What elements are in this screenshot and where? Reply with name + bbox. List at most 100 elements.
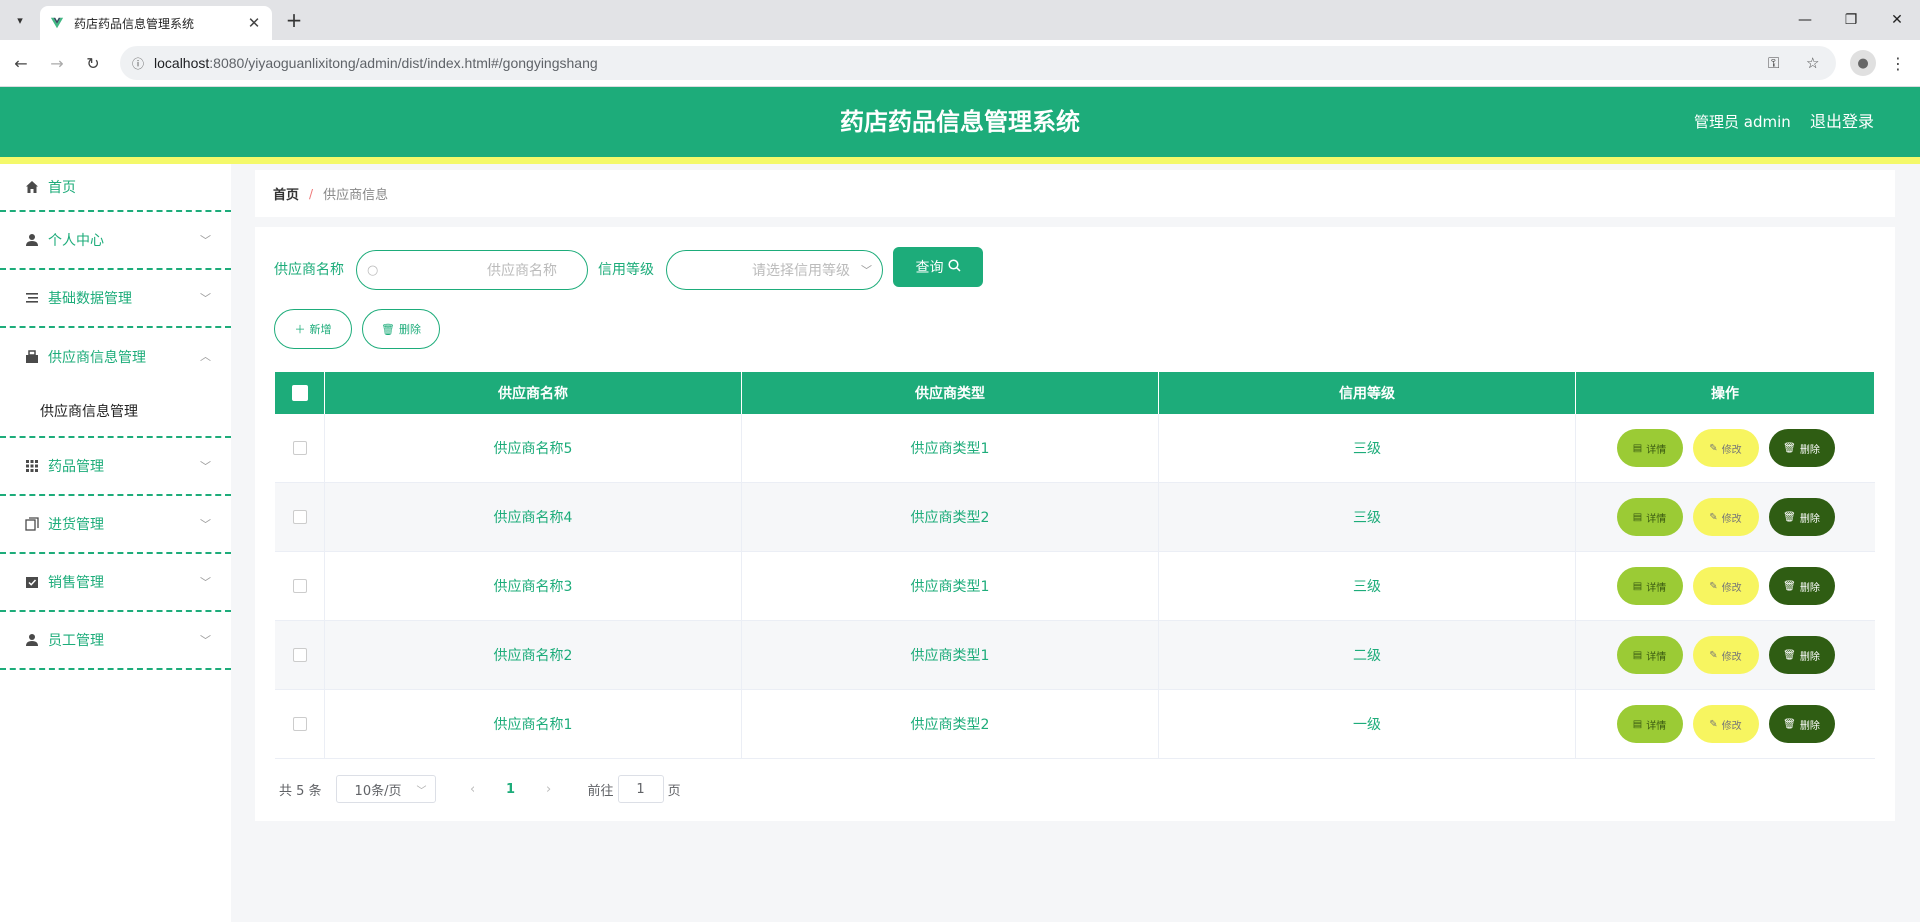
trash-icon: 🗑 — [381, 322, 395, 336]
detail-label: 详情 — [1646, 651, 1667, 663]
sidebar-item-label: 进货管理 — [48, 517, 104, 533]
supplier-type-cell: 供应商类型2 — [742, 690, 1159, 758]
profile-avatar-icon[interactable]: ● — [1850, 50, 1876, 76]
sidebar-item-label: 员工管理 — [48, 633, 104, 649]
app-header: 药店药品信息管理系统 管理员 admin 退出登录 — [0, 87, 1920, 157]
credit-level-cell: 二级 — [1159, 621, 1576, 689]
add-button[interactable]: ＋ 新增 — [274, 309, 352, 349]
url-host: localhost — [154, 55, 210, 71]
sidebar-item-personal-center[interactable]: 个人中心 ﹀ — [0, 212, 231, 270]
edit-button[interactable]: ✎ 修改 — [1692, 636, 1759, 674]
credit-level-cell: 三级 — [1159, 552, 1576, 620]
detail-button[interactable]: ▤ 详情 — [1616, 705, 1683, 743]
detail-button[interactable]: ▤ 详情 — [1616, 429, 1683, 467]
chevron-up-icon: ︿ — [200, 350, 211, 363]
edit-button[interactable]: ✎ 修改 — [1692, 498, 1759, 536]
delete-button[interactable]: 🗑 删除 — [1768, 429, 1835, 467]
bookmark-star-icon[interactable]: ☆ — [1806, 54, 1819, 72]
detail-button[interactable]: ▤ 详情 — [1616, 636, 1683, 674]
sidebar-item-home[interactable]: 首页 — [0, 164, 231, 212]
reload-icon[interactable]: ↻ — [80, 50, 106, 76]
supplier-icon — [24, 349, 40, 365]
delete-label: 删除 — [1799, 444, 1820, 456]
delete-button[interactable]: 🗑 删除 — [1768, 636, 1835, 674]
checklist-icon — [24, 574, 40, 590]
browser-menu-icon[interactable]: ⋮ — [1888, 50, 1908, 76]
chevron-down-icon: ﹀ — [200, 292, 211, 305]
edit-button[interactable]: ✎ 修改 — [1692, 567, 1759, 605]
app-title: 药店药品信息管理系统 — [840, 108, 1080, 136]
sidebar-item-base-data[interactable]: 基础数据管理 ﹀ — [0, 270, 231, 328]
prev-page-icon[interactable]: ‹ — [458, 782, 488, 797]
copy-icon — [24, 516, 40, 532]
edit-button[interactable]: ✎ 修改 — [1692, 705, 1759, 743]
trash-icon: 🗑 — [1783, 511, 1796, 523]
delete-button[interactable]: 🗑 删除 — [1768, 498, 1835, 536]
sidebar-item-drugs[interactable]: 药品管理 ﹀ — [0, 438, 231, 496]
next-page-icon[interactable]: › — [534, 782, 564, 797]
goto-page-input[interactable]: 1 — [617, 775, 664, 803]
chevron-down-icon: ﹀ — [200, 634, 211, 647]
row-checkbox[interactable] — [292, 579, 307, 593]
sidebar-item-sales[interactable]: 销售管理 ﹀ — [0, 554, 231, 612]
sidebar-item-supplier[interactable]: 供应商信息管理 ︿ — [0, 328, 231, 386]
page-suffix: 页 — [667, 783, 681, 799]
row-checkbox[interactable] — [292, 441, 307, 455]
admin-label: 管理员 admin — [1694, 113, 1791, 131]
tab-search-chevron-icon[interactable]: ▾ — [8, 8, 32, 32]
breadcrumb-home[interactable]: 首页 — [273, 184, 299, 203]
main-content: 供应商名称 ○ 供应商名称 信用等级 请选择信用等级 ﹀ 查询 ＋ 新增 🗑 删… — [255, 227, 1895, 821]
row-checkbox[interactable] — [292, 717, 307, 731]
restore-icon[interactable]: ❐ — [1828, 0, 1874, 40]
logout-button[interactable]: 退出登录 — [1810, 87, 1874, 157]
page-number[interactable]: 1 — [496, 782, 526, 797]
document-icon: ▤ — [1632, 580, 1643, 592]
vue-logo-icon — [50, 17, 64, 29]
submenu-item-supplier-info[interactable]: 供应商信息管理 — [0, 386, 231, 438]
new-tab-icon[interactable]: + — [282, 8, 306, 32]
detail-button[interactable]: ▤ 详情 — [1616, 567, 1683, 605]
document-icon: ▤ — [1632, 511, 1643, 523]
row-checkbox-cell — [275, 621, 325, 689]
browser-tab[interactable]: 药店药品信息管理系统 ✕ — [40, 6, 272, 40]
supplier-name-input[interactable]: ○ 供应商名称 — [356, 250, 588, 290]
column-header: 供应商名称 — [325, 372, 742, 414]
delete-button-label: 删除 — [398, 323, 421, 336]
password-key-icon[interactable]: ⚿ — [1768, 54, 1779, 72]
edit-button[interactable]: ✎ 修改 — [1692, 429, 1759, 467]
grid-icon — [24, 458, 40, 474]
minimize-icon[interactable]: — — [1782, 0, 1828, 40]
table-row: 供应商名称3 供应商类型1 三级 ▤ 详情 ✎ 修改 🗑 删除 — [275, 552, 1875, 621]
header-checkbox-cell — [275, 372, 325, 414]
address-bar[interactable]: ⓘ localhost:8080/yiyaoguanlixitong/admin… — [120, 46, 1836, 80]
delete-button[interactable]: 🗑 删除 — [1768, 705, 1835, 743]
search-button[interactable]: 查询 — [893, 247, 983, 287]
page-size-select[interactable]: 10条/页 ﹀ — [335, 775, 436, 803]
forward-icon[interactable]: → — [44, 50, 70, 76]
delete-button[interactable]: 🗑 删除 — [1768, 567, 1835, 605]
site-info-icon[interactable]: ⓘ — [132, 55, 144, 72]
tab-close-icon[interactable]: ✕ — [246, 14, 262, 32]
window-close-icon[interactable]: ✕ — [1874, 0, 1920, 40]
row-checkbox[interactable] — [292, 648, 307, 662]
supplier-type-cell: 供应商类型2 — [742, 483, 1159, 551]
credit-level-select[interactable]: 请选择信用等级 ﹀ — [666, 250, 883, 290]
trash-icon: 🗑 — [1783, 580, 1796, 592]
batch-delete-button[interactable]: 🗑 删除 — [362, 309, 440, 349]
credit-level-cell: 三级 — [1159, 414, 1576, 482]
sidebar-item-staff[interactable]: 员工管理 ﹀ — [0, 612, 231, 670]
chevron-down-icon: ﹀ — [861, 264, 872, 277]
column-header: 操作 — [1576, 372, 1875, 414]
detail-button[interactable]: ▤ 详情 — [1616, 498, 1683, 536]
sidebar-item-purchase[interactable]: 进货管理 ﹀ — [0, 496, 231, 554]
plus-icon: ＋ — [294, 323, 306, 336]
select-all-checkbox[interactable] — [291, 385, 308, 401]
supplier-name-cell: 供应商名称2 — [325, 621, 742, 689]
search-button-label: 查询 — [915, 260, 944, 276]
row-checkbox-cell — [275, 483, 325, 551]
breadcrumb-current: 供应商信息 — [323, 188, 389, 203]
credit-level-label: 信用等级 — [598, 262, 654, 278]
back-icon[interactable]: ← — [8, 50, 34, 76]
browser-toolbar: ← → ↻ ⓘ localhost:8080/yiyaoguanlixitong… — [0, 40, 1920, 87]
row-checkbox[interactable] — [292, 510, 307, 524]
